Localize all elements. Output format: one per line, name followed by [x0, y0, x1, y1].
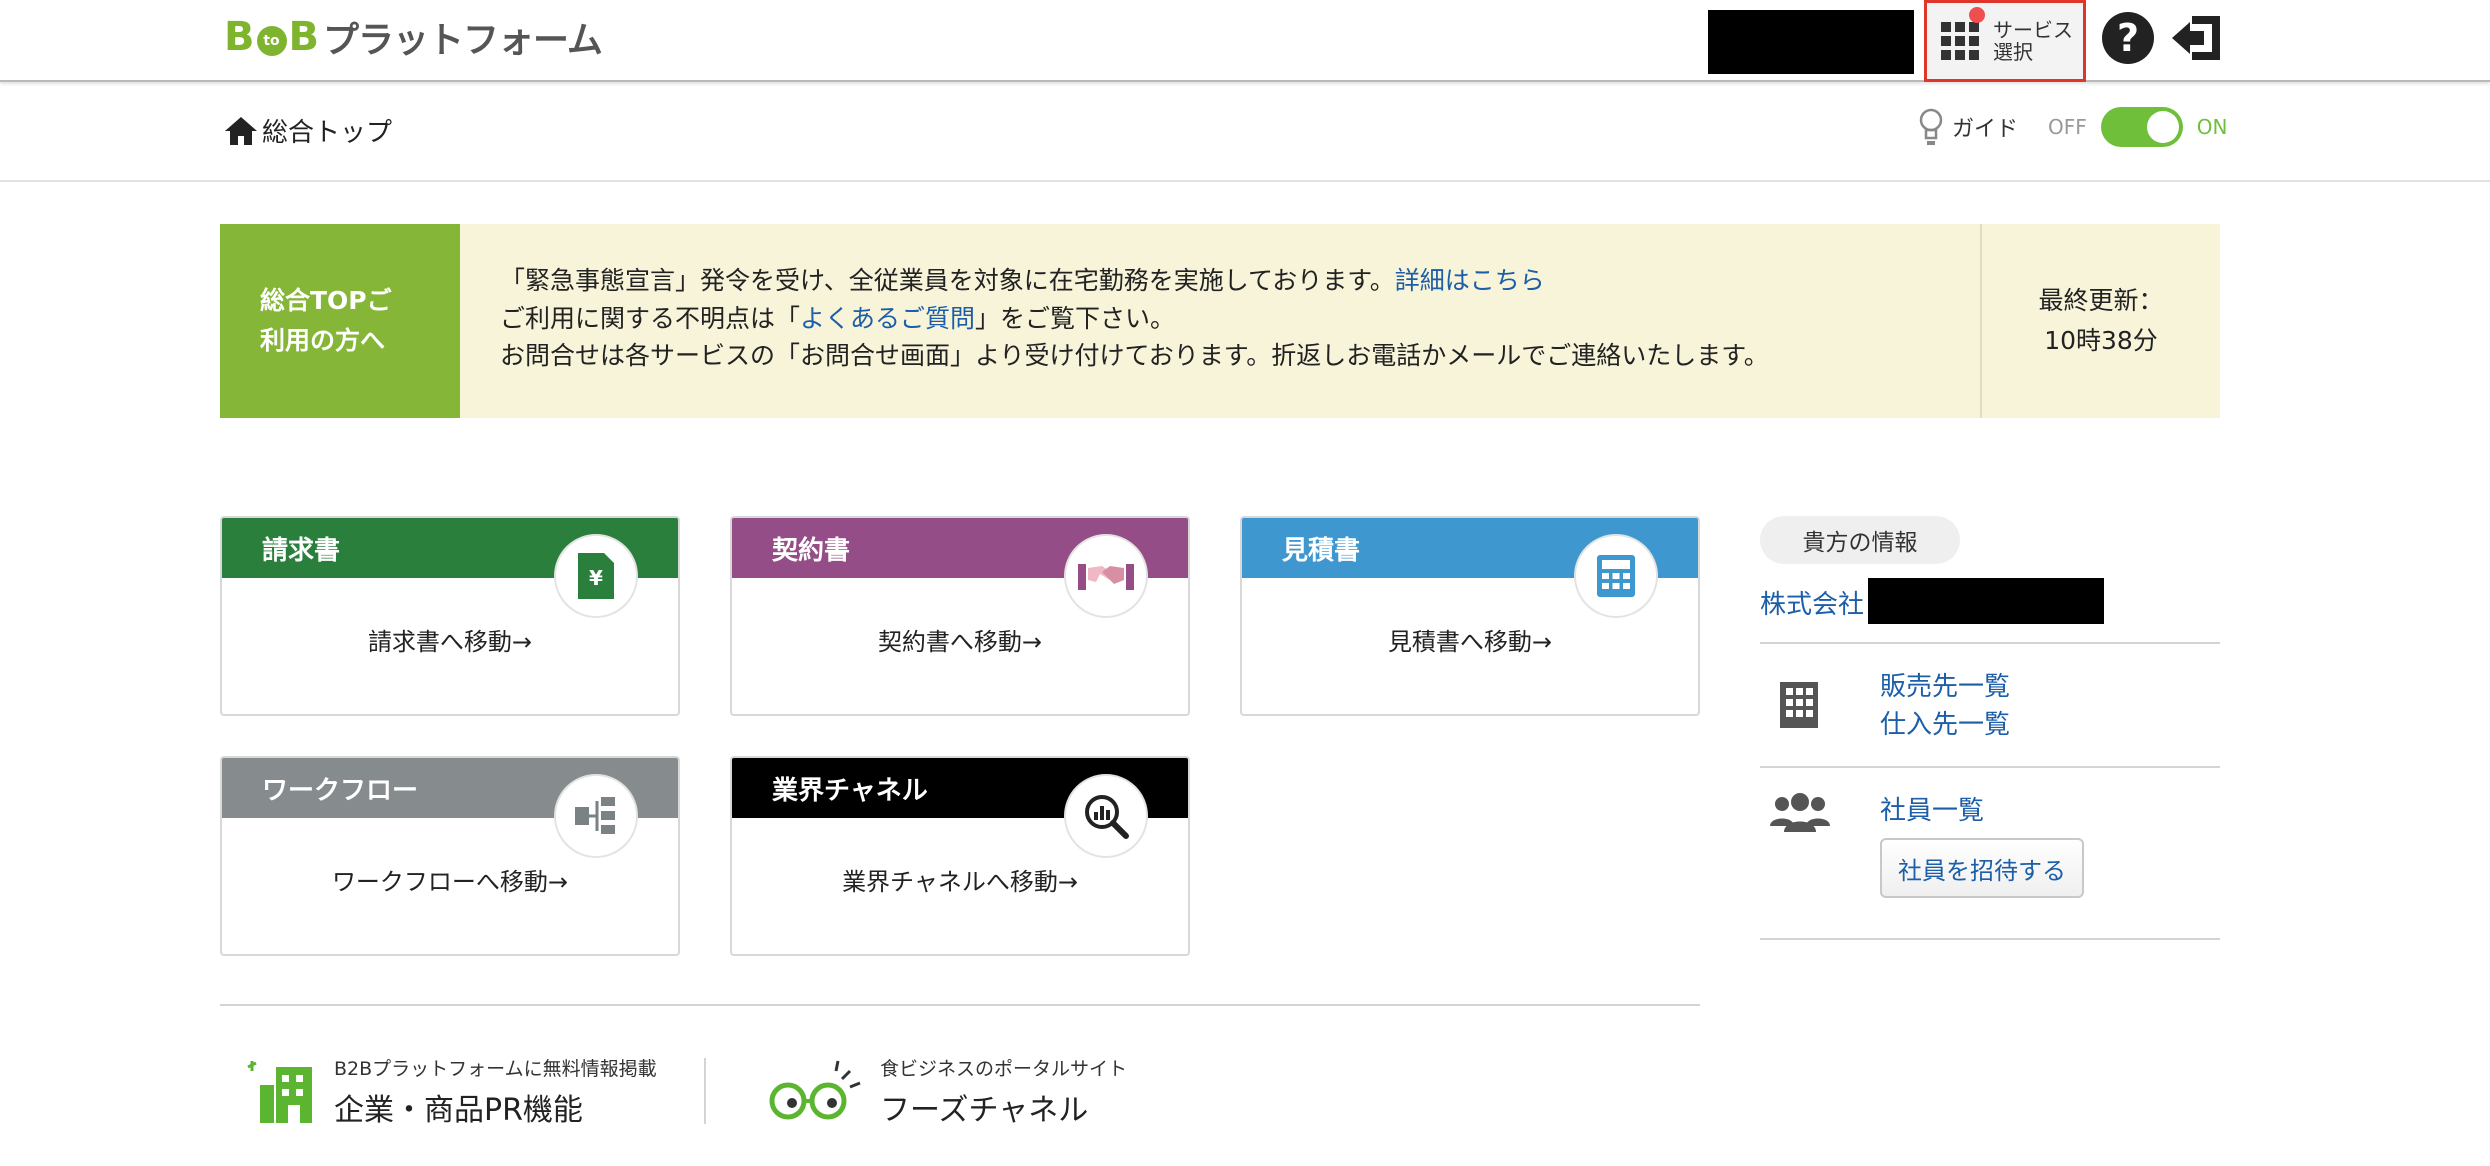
last-updated: 最終更新： 10時38分	[1980, 224, 2220, 418]
your-info-label: 貴方の情報	[1760, 516, 1960, 564]
top-header: B to B プラットフォーム サービス選択 ?	[0, 0, 2490, 82]
card-invoice-link[interactable]: 請求書へ移動→	[222, 622, 678, 657]
svg-text:¥: ¥	[589, 566, 603, 590]
last-updated-time: 10時38分	[2044, 326, 2158, 355]
supplier-list-link[interactable]: 仕入先一覧	[1880, 704, 2010, 741]
foods-channel-banner[interactable]: 食ビジネスのポータルサイト フーズチャネル	[766, 1054, 1127, 1129]
card-industry-channel[interactable]: 業界チャネル 業界チャネルへ移動→	[730, 756, 1190, 956]
card-contract[interactable]: 契約書 契約書へ移動→	[730, 516, 1190, 716]
employee-list-link[interactable]: 社員一覧	[1880, 790, 1984, 827]
faq-link[interactable]: よくあるご質問	[800, 304, 975, 333]
redacted-user-name	[1708, 10, 1914, 74]
foods-channel-subtitle: 食ビジネスのポータルサイト	[880, 1058, 1128, 1080]
notice-line2: ご利用に関する不明点は「よくあるご質問」をご覧下さい。	[500, 300, 1769, 338]
toggle-off-label: OFF	[2048, 115, 2087, 139]
notice-line3: お問合せは各サービスの「お問合せ画面」より受け付けております。折返しお電話かメー…	[500, 341, 1769, 370]
notice-tag: 総合TOPご 利用の方へ	[220, 224, 460, 418]
last-updated-label: 最終更新：	[2038, 286, 2164, 315]
green-building-icon	[247, 1060, 312, 1123]
grid-icon	[1941, 22, 1979, 60]
service-select-button[interactable]: サービス選択	[1924, 0, 2086, 82]
calculator-icon	[1574, 534, 1658, 618]
card-estimate[interactable]: 見積書 見積書へ移動→	[1240, 516, 1700, 716]
notice-body: 「緊急事態宣言」発令を受け、全従業員を対象に在宅勤務を実施しております。詳細はこ…	[500, 262, 1769, 375]
notice-line1: 「緊急事態宣言」発令を受け、全従業員を対象に在宅勤務を実施しております。詳細はこ…	[500, 262, 1769, 300]
notice-line2-pre: ご利用に関する不明点は「	[500, 303, 801, 333]
notice-line2-post: 」をご覧下さい。	[975, 303, 1176, 333]
invite-employee-button[interactable]: 社員を招待する	[1880, 838, 2084, 898]
customer-list-link[interactable]: 販売先一覧	[1880, 666, 2010, 703]
workflow-icon	[554, 774, 638, 858]
guide-toggle-area: ガイド OFF ON	[1918, 106, 2227, 148]
redacted-company-name	[1868, 578, 2104, 624]
handshake-icon	[1064, 534, 1148, 618]
home-label: 総合トップ	[262, 118, 393, 148]
card-industry-channel-link[interactable]: 業界チャネルへ移動→	[732, 862, 1188, 897]
b2b-platform-logo[interactable]: B to B プラットフォーム	[224, 14, 603, 61]
panel-divider-3	[1760, 938, 2220, 940]
logo-to: to	[256, 26, 287, 56]
notice-line1-text: 「緊急事態宣言」発令を受け、全従業員を対象に在宅勤務を実施しております。	[500, 266, 1395, 295]
card-workflow-link[interactable]: ワークフローへ移動→	[222, 862, 678, 897]
notice-banner: 総合TOPご 利用の方へ 「緊急事態宣言」発令を受け、全従業員を対象に在宅勤務を…	[220, 224, 2220, 418]
notice-tag-line2: 利用の方へ	[260, 326, 386, 355]
company-name: 株式会社	[1760, 584, 1864, 621]
pr-feature-text: B2Bプラットフォームに無料情報掲載 企業・商品PR機能	[334, 1054, 657, 1129]
panel-divider-2	[1760, 766, 2220, 768]
footer-separator	[704, 1058, 706, 1124]
home-icon	[225, 116, 257, 145]
pr-feature-title: 企業・商品PR機能	[334, 1093, 583, 1128]
notification-dot	[1969, 7, 1985, 23]
foods-channel-title: フーズチャネル	[880, 1093, 1089, 1128]
cards-divider	[220, 1004, 1700, 1006]
card-workflow[interactable]: ワークフロー ワークフローへ移動→	[220, 756, 680, 956]
pr-feature-subtitle: B2Bプラットフォームに無料情報掲載	[334, 1058, 657, 1080]
guide-toggle-switch[interactable]	[2100, 107, 2183, 147]
panel-divider-1	[1760, 642, 2220, 644]
home-breadcrumb[interactable]: 総合トップ	[224, 112, 392, 149]
help-icon[interactable]: ?	[2102, 12, 2154, 64]
building-icon	[1780, 682, 1818, 728]
card-estimate-link[interactable]: 見積書へ移動→	[1242, 622, 1698, 657]
guide-label: ガイド	[1952, 117, 2019, 142]
logo-text: プラットフォーム	[323, 20, 603, 61]
service-select-label: サービス選択	[1993, 18, 2073, 64]
notice-tag-line1: 総合TOPご	[260, 286, 392, 315]
logo-b-right: B	[288, 14, 320, 60]
card-invoice[interactable]: 請求書 ¥ 請求書へ移動→	[220, 516, 680, 716]
card-contract-link[interactable]: 契約書へ移動→	[732, 622, 1188, 657]
foods-channel-text: 食ビジネスのポータルサイト フーズチャネル	[880, 1054, 1127, 1129]
sub-navigation-bar: 総合トップ ガイド OFF ON	[0, 84, 2490, 182]
pr-feature-banner[interactable]: B2Bプラットフォームに無料情報掲載 企業・商品PR機能	[246, 1054, 657, 1129]
toggle-knob	[2146, 111, 2179, 143]
details-link[interactable]: 詳細はこちら	[1395, 266, 1545, 295]
logout-icon[interactable]	[2170, 12, 2224, 64]
lightbulb-icon	[1919, 108, 1943, 145]
toggle-on-label: ON	[2196, 115, 2228, 139]
glasses-icon	[769, 1060, 861, 1119]
logo-b-left: B	[224, 14, 255, 60]
company-prefix: 株式会社	[1760, 590, 1865, 620]
magnifier-chart-icon	[1064, 774, 1148, 858]
yen-document-icon: ¥	[554, 534, 638, 618]
users-icon	[1770, 793, 1830, 832]
